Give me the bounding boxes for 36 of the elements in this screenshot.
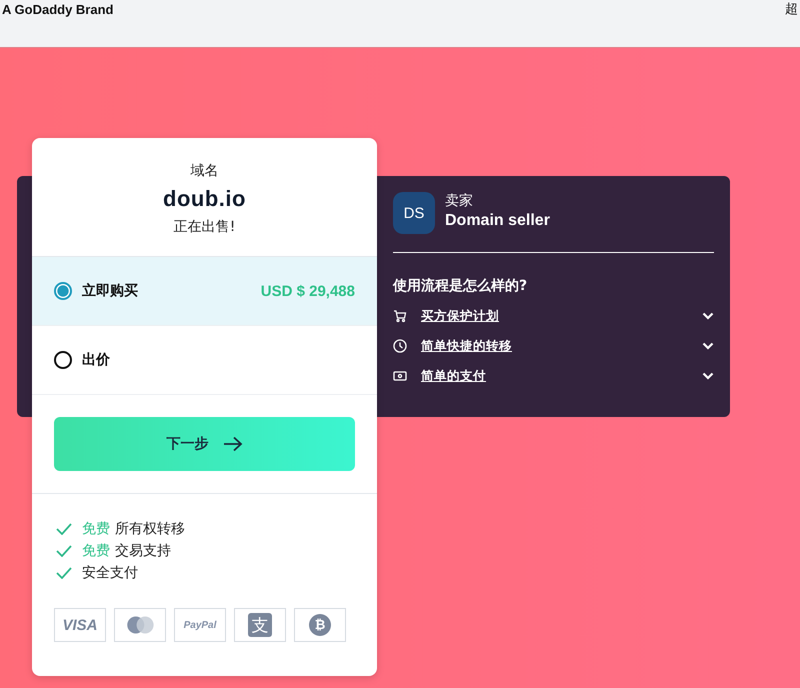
alipay-logo: 支 (234, 608, 286, 642)
price: USD $ 29,488 (260, 282, 355, 300)
purchase-option[interactable]: 出价 (32, 326, 377, 395)
check-icon (56, 567, 72, 579)
faq-heading: 使用流程是怎么样的? (393, 277, 528, 295)
clock-icon (393, 339, 407, 353)
check-icon (56, 545, 72, 557)
sale-status: 正在出售! (174, 218, 236, 236)
brand-logo[interactable]: A GoDaddy Brand (2, 2, 114, 18)
cart-icon (393, 309, 407, 323)
header-text[interactable]: 超 (785, 2, 798, 18)
banknote-icon (393, 369, 407, 383)
chevron-icon[interactable] (702, 312, 714, 320)
chevron-icon[interactable] (702, 342, 714, 350)
check-icon (56, 523, 72, 535)
radio-button[interactable] (54, 282, 72, 300)
next-button[interactable]: 下一步 (54, 417, 355, 471)
seller-role: 卖家 (445, 192, 474, 210)
benefit-text: 免费 所有权转移 (82, 520, 185, 538)
purchase-option[interactable]: 立即购买 USD $ 29,488 (32, 257, 377, 326)
mastercard-logo (114, 608, 166, 642)
seller-avatar: DS (393, 192, 435, 234)
faq-link[interactable]: 买方保护计划 (421, 308, 702, 324)
arrow-icon (222, 436, 242, 452)
bitcoin-logo: ₿ (294, 608, 346, 642)
paypal-logo: PayPal (174, 608, 226, 642)
visa-logo: VISA (54, 608, 106, 642)
domain-label: 域名 (190, 162, 218, 180)
faq-link[interactable]: 简单快捷的转移 (421, 338, 702, 354)
seller-name: Domain seller (445, 212, 550, 230)
benefit-text: 免费 交易支持 (82, 542, 171, 560)
domain-name: doub.io (163, 186, 246, 212)
radio-button[interactable] (54, 351, 72, 369)
faq-link[interactable]: 简单的支付 (421, 368, 702, 384)
chevron-icon[interactable] (702, 372, 714, 380)
benefit-text: 安全支付 (82, 564, 138, 582)
